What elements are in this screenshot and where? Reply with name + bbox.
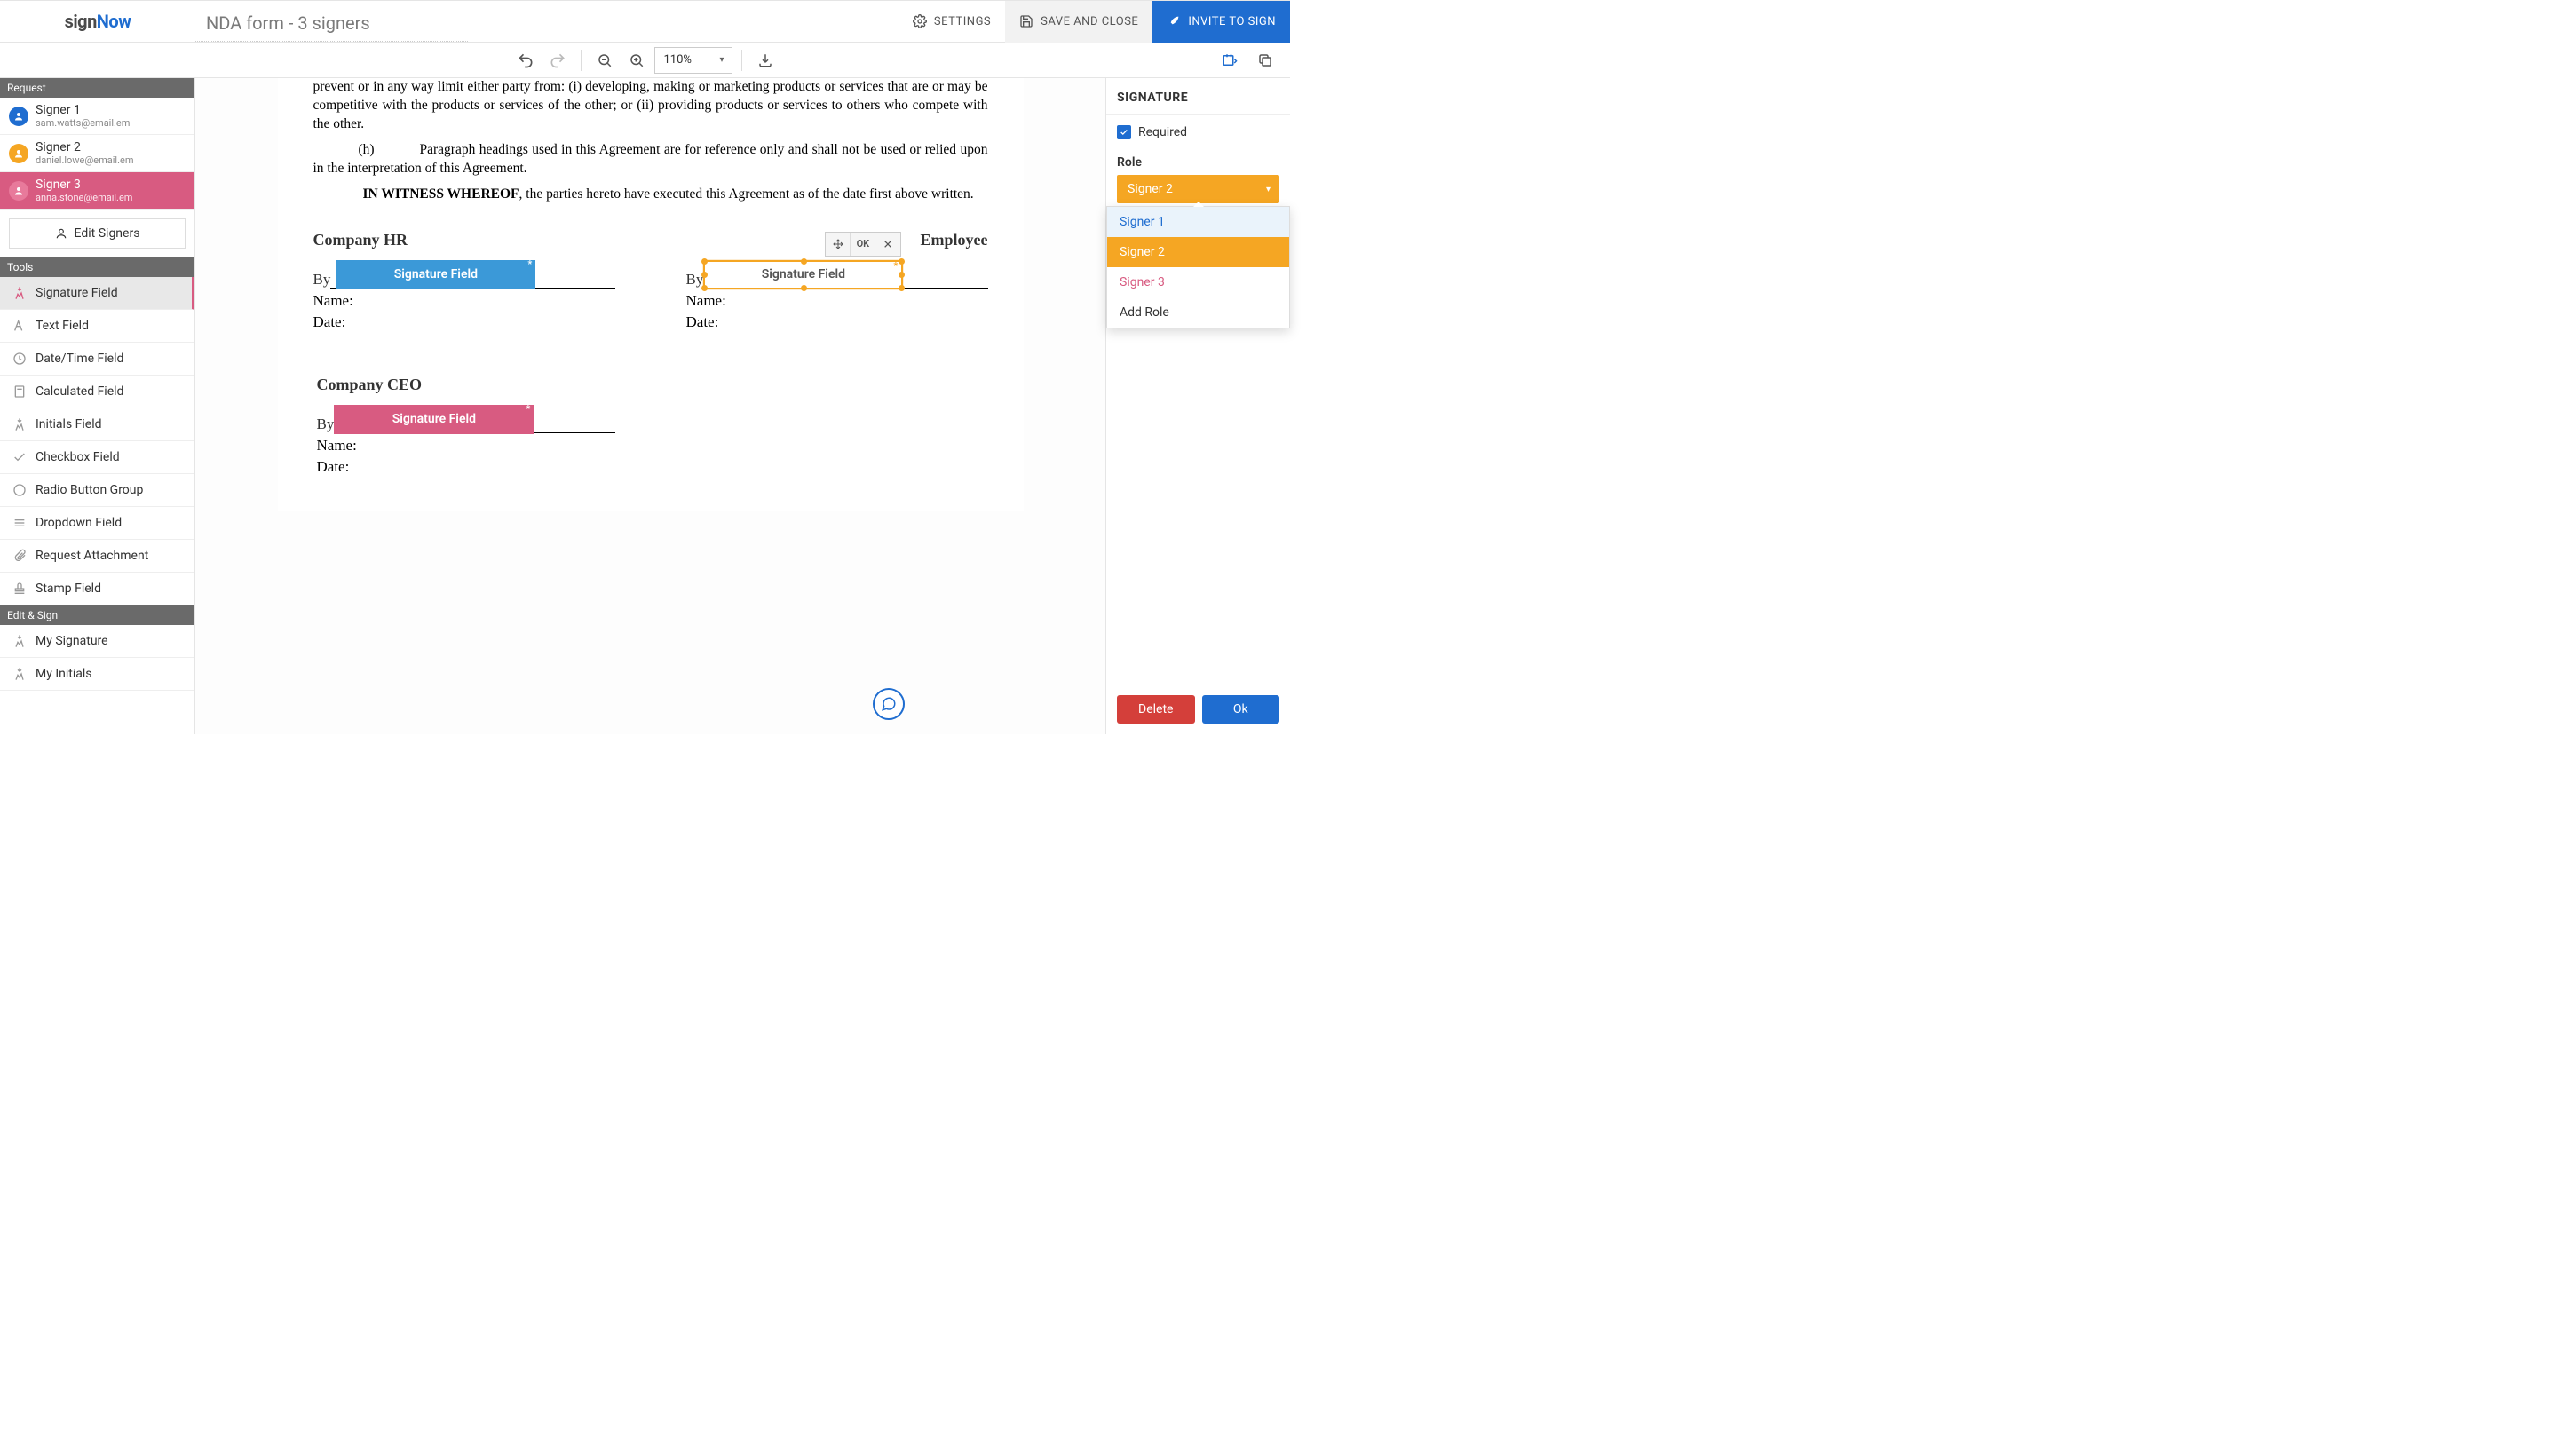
initials-icon bbox=[12, 417, 27, 431]
section-request-header: Request bbox=[0, 78, 194, 98]
ok-button[interactable]: Ok bbox=[1202, 695, 1280, 724]
user-icon bbox=[9, 107, 28, 126]
brand-logo: signNow bbox=[0, 11, 195, 32]
tool-calculated-field[interactable]: Calculated Field bbox=[0, 376, 194, 408]
feather-icon bbox=[1167, 14, 1181, 28]
save-and-close-button[interactable]: SAVE AND CLOSE bbox=[1005, 1, 1152, 43]
signature-field-hr[interactable]: Signature Field* bbox=[336, 260, 535, 289]
move-handle-icon[interactable] bbox=[826, 233, 851, 256]
tool-datetime-field[interactable]: Date/Time Field bbox=[0, 343, 194, 376]
heading-company-hr: Company HR bbox=[313, 231, 615, 249]
delete-button[interactable]: Delete bbox=[1117, 695, 1195, 724]
edit-signers-button[interactable]: Edit Signers bbox=[9, 218, 186, 249]
field-mini-toolbar: OK bbox=[825, 232, 901, 257]
signer-name: Signer 1 bbox=[36, 103, 130, 117]
required-label: Required bbox=[1138, 125, 1187, 139]
signer-name: Signer 3 bbox=[36, 178, 132, 192]
role-label: Role bbox=[1106, 150, 1290, 175]
label-date: Date: bbox=[313, 313, 615, 331]
field-close-button[interactable] bbox=[875, 233, 900, 256]
label-by: By bbox=[313, 271, 331, 289]
conditional-fields-icon[interactable] bbox=[1215, 46, 1244, 75]
check-icon bbox=[12, 450, 27, 464]
gear-icon bbox=[913, 14, 927, 28]
doc-paragraph: IN WITNESS WHEREOF, the parties hereto h… bbox=[313, 186, 988, 204]
tool-my-signature[interactable]: My Signature bbox=[0, 625, 194, 658]
tool-checkbox-field[interactable]: Checkbox Field bbox=[0, 441, 194, 474]
role-option-signer3[interactable]: Signer 3 bbox=[1107, 267, 1289, 297]
zoom-out-button[interactable] bbox=[590, 46, 619, 75]
required-checkbox[interactable] bbox=[1117, 125, 1131, 139]
tool-radio-button-group[interactable]: Radio Button Group bbox=[0, 474, 194, 507]
chat-support-button[interactable] bbox=[873, 688, 905, 720]
tool-my-initials[interactable]: My Initials bbox=[0, 658, 194, 691]
role-option-signer1[interactable]: Signer 1 bbox=[1107, 207, 1289, 237]
tool-request-attachment[interactable]: Request Attachment bbox=[0, 540, 194, 573]
tool-signature-field[interactable]: Signature Field bbox=[0, 277, 194, 310]
user-icon bbox=[9, 181, 28, 201]
document-title-input[interactable]: NDA form - 3 signers bbox=[195, 4, 468, 42]
zoom-select[interactable]: 110% bbox=[654, 47, 732, 74]
invite-to-sign-button[interactable]: INVITE TO SIGN bbox=[1152, 1, 1290, 43]
signer-item-2[interactable]: Signer 2 daniel.lowe@email.em bbox=[0, 135, 194, 172]
signature-field-ceo[interactable]: Signature Field* bbox=[334, 405, 534, 434]
signer-name: Signer 2 bbox=[36, 140, 133, 154]
download-button[interactable] bbox=[751, 46, 780, 75]
label-date: Date: bbox=[686, 313, 988, 331]
label-by: By bbox=[317, 415, 335, 433]
label-name: Name: bbox=[313, 292, 615, 310]
tool-initials-field[interactable]: Initials Field bbox=[0, 408, 194, 441]
undo-button[interactable] bbox=[511, 46, 540, 75]
label-name: Name: bbox=[686, 292, 988, 310]
signer-email: daniel.lowe@email.em bbox=[36, 154, 133, 166]
user-icon bbox=[9, 144, 28, 163]
field-ok-button[interactable]: OK bbox=[851, 233, 875, 256]
role-option-add[interactable]: Add Role bbox=[1107, 297, 1289, 328]
paperclip-icon bbox=[12, 549, 27, 563]
signature-icon bbox=[12, 286, 27, 300]
heading-company-ceo: Company CEO bbox=[317, 376, 988, 394]
copy-stack-icon[interactable] bbox=[1251, 46, 1279, 75]
initials-icon bbox=[12, 667, 27, 681]
section-editsign-header: Edit & Sign bbox=[0, 605, 194, 625]
signer-item-3[interactable]: Signer 3 anna.stone@email.em bbox=[0, 172, 194, 210]
redo-button[interactable] bbox=[543, 46, 572, 75]
save-icon bbox=[1019, 14, 1033, 28]
signature-icon bbox=[12, 634, 27, 648]
text-icon bbox=[12, 319, 27, 333]
settings-button[interactable]: SETTINGS bbox=[899, 1, 1005, 43]
label-name: Name: bbox=[317, 437, 615, 455]
tool-stamp-field[interactable]: Stamp Field bbox=[0, 573, 194, 605]
clock-icon bbox=[12, 352, 27, 366]
calculator-icon bbox=[12, 384, 27, 399]
signature-field-employee-selected[interactable]: OK Signature Field* bbox=[703, 260, 903, 289]
role-option-signer2[interactable]: Signer 2 bbox=[1107, 237, 1289, 267]
user-icon bbox=[55, 227, 67, 240]
tool-text-field[interactable]: Text Field bbox=[0, 310, 194, 343]
role-select[interactable]: Signer 2 bbox=[1117, 175, 1279, 203]
radio-icon bbox=[12, 483, 27, 497]
signer-email: sam.watts@email.em bbox=[36, 117, 130, 129]
role-dropdown: Signer 1 Signer 2 Signer 3 Add Role bbox=[1106, 206, 1290, 328]
list-icon bbox=[12, 516, 27, 530]
stamp-icon bbox=[12, 582, 27, 596]
signer-item-1[interactable]: Signer 1 sam.watts@email.em bbox=[0, 98, 194, 135]
zoom-in-button[interactable] bbox=[622, 46, 651, 75]
section-tools-header: Tools bbox=[0, 257, 194, 277]
tool-dropdown-field[interactable]: Dropdown Field bbox=[0, 507, 194, 540]
signer-email: anna.stone@email.em bbox=[36, 192, 132, 203]
panel-title: SIGNATURE bbox=[1106, 78, 1290, 115]
label-date: Date: bbox=[317, 458, 615, 476]
doc-paragraph: (h)Paragraph headings used in this Agree… bbox=[313, 141, 988, 178]
doc-paragraph: prevent or in any way limit either party… bbox=[313, 78, 988, 134]
